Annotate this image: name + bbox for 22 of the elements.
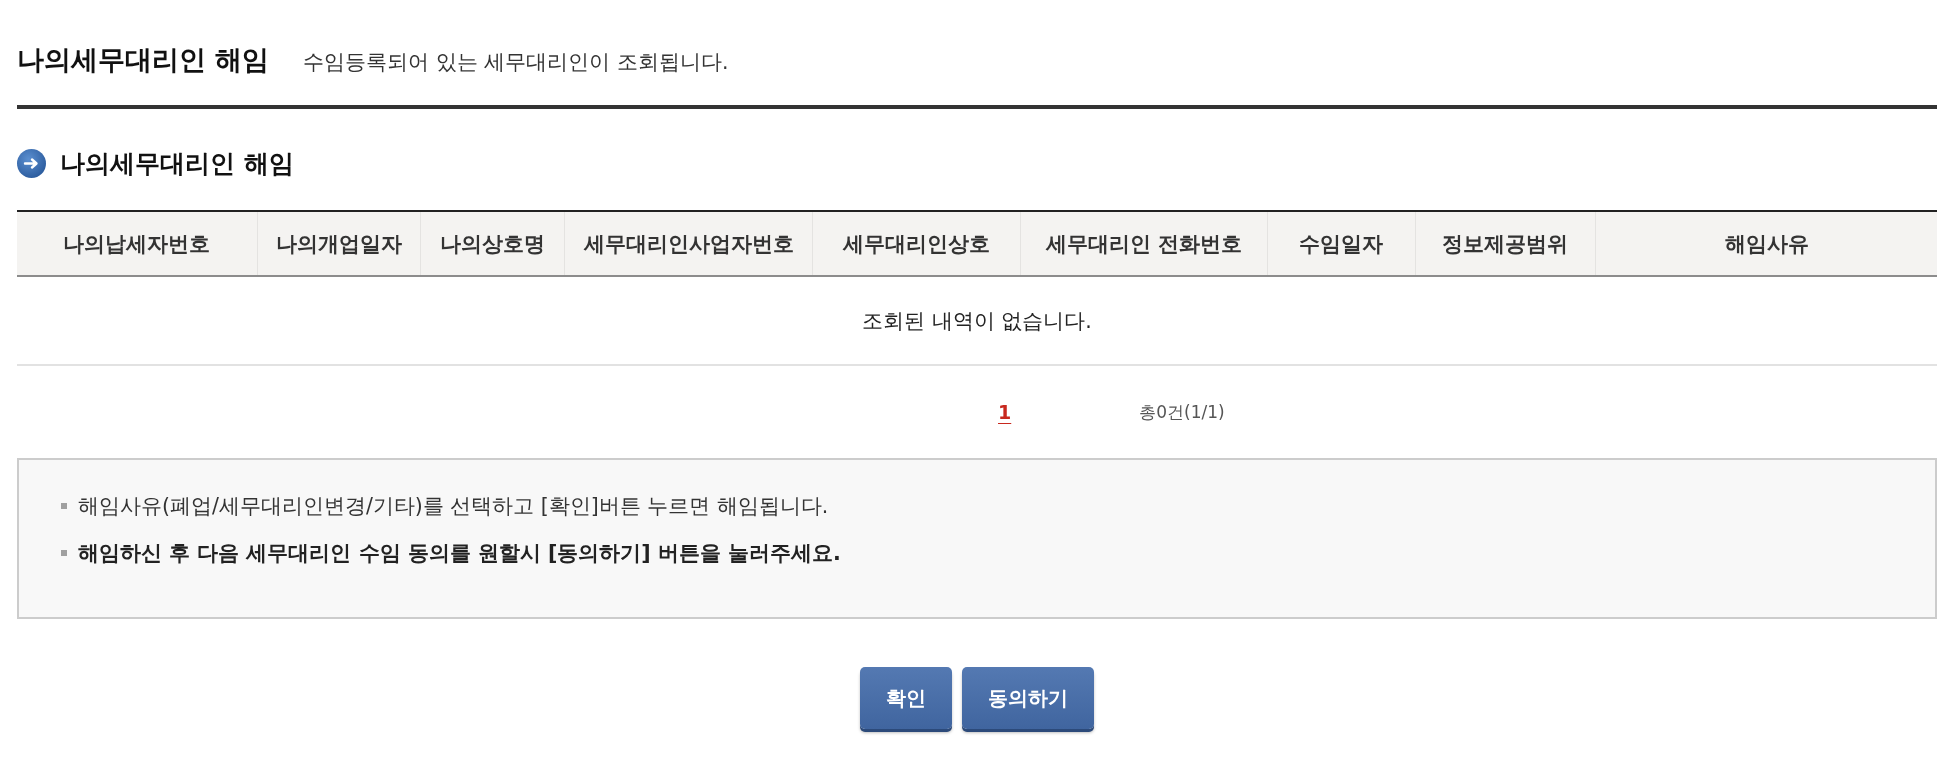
column-header: 세무대리인상호 — [812, 211, 1020, 276]
column-header: 나의납세자번호 — [17, 211, 258, 276]
section-title: 나의세무대리인 해임 — [60, 147, 294, 180]
column-header: 세무대리인사업자번호 — [564, 211, 813, 276]
page-subtitle: 수임등록되어 있는 세무대리인이 조회됩니다. — [303, 49, 729, 76]
column-header: 해임사유 — [1595, 211, 1937, 276]
arrow-circle-icon — [17, 148, 46, 178]
notice-text: 해임사유(폐업/세무대리인변경/기타)를 선택하고 [확인]버튼 누르면 해임됩니다. — [78, 493, 829, 520]
agree-button[interactable]: 동의하기 — [962, 667, 1094, 729]
column-header: 세무대리인 전화번호 — [1020, 211, 1268, 276]
page-title: 나의세무대리인 해임 — [17, 43, 270, 77]
total-count: 총0건(1/1) — [1139, 400, 1225, 424]
notice-text: 해임하신 후 다음 세무대리인 수임 동의를 원할시 [동의하기] 버튼을 눌러주세요. — [78, 540, 841, 567]
column-header: 수임일자 — [1267, 211, 1416, 276]
bullet-icon — [61, 550, 67, 556]
bullet-icon — [61, 503, 67, 509]
confirm-button[interactable]: 확인 — [860, 667, 952, 729]
column-header: 나의개업일자 — [257, 211, 421, 276]
column-header: 나의상호명 — [420, 211, 565, 276]
column-header: 정보제공범위 — [1415, 211, 1596, 276]
empty-message: 조회된 내역이 없습니다. — [17, 276, 1937, 365]
page-link[interactable]: 1 — [998, 401, 1012, 423]
